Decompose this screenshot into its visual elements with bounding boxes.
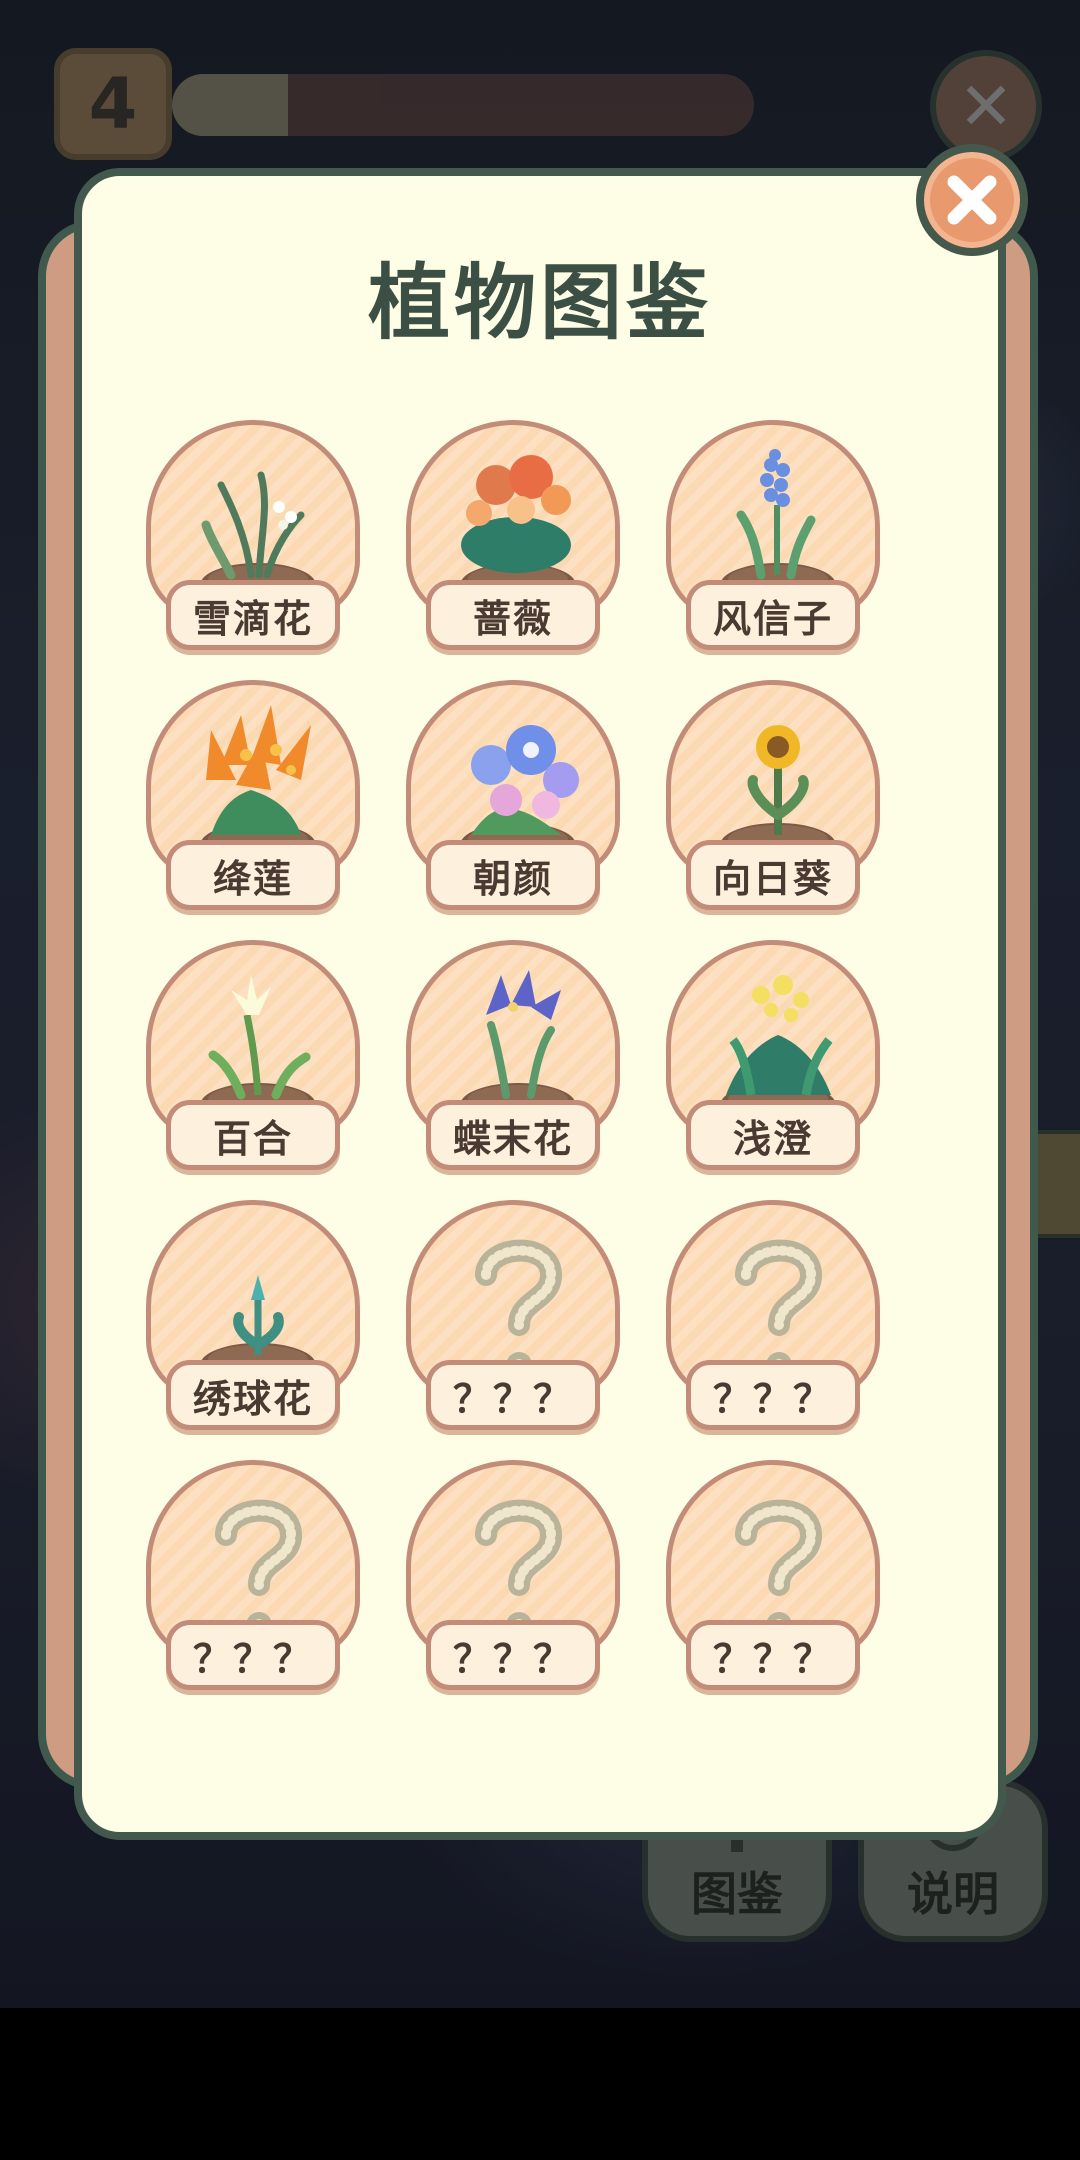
locked-plant-card[interactable]: ？？？ xyxy=(666,1460,880,1692)
plant-name-label: 蝶末花 xyxy=(426,1100,600,1170)
plant-name-label: 浅澄 xyxy=(686,1100,860,1170)
plant-card[interactable]: 绛莲 xyxy=(146,680,360,912)
plant-name-label: 百合 xyxy=(166,1100,340,1170)
plant-card[interactable]: 朝颜 xyxy=(406,680,620,912)
plant-card[interactable]: 蝶末花 xyxy=(406,940,620,1172)
locked-plant-card[interactable]: ？？？ xyxy=(406,1460,620,1692)
navigation-bar-area xyxy=(0,2008,1080,2160)
plant-name-label: ？？？ xyxy=(426,1620,600,1690)
plant-card[interactable]: 蔷薇 xyxy=(406,420,620,652)
plant-name-label: ？？？ xyxy=(426,1360,600,1430)
plant-name-label: 绣球花 xyxy=(166,1360,340,1430)
plant-name-label: ？？？ xyxy=(686,1620,860,1690)
plant-name-label: 雪滴花 xyxy=(166,580,340,650)
plant-name-label: ？？？ xyxy=(686,1360,860,1430)
plant-name-label: 风信子 xyxy=(686,580,860,650)
plant-name-label: ？？？ xyxy=(166,1620,340,1690)
plant-name-label: 蔷薇 xyxy=(426,580,600,650)
plant-name-label: 绛莲 xyxy=(166,840,340,910)
locked-plant-card[interactable]: ？？？ xyxy=(666,1200,880,1432)
plant-name-label: 向日葵 xyxy=(686,840,860,910)
plant-card[interactable]: 绣球花 xyxy=(146,1200,360,1432)
locked-plant-card[interactable]: ？？？ xyxy=(146,1460,360,1692)
plant-card[interactable]: 百合 xyxy=(146,940,360,1172)
plant-grid: 雪滴花 蔷薇 风信子绛莲 朝颜 向日葵百合 蝶末花 浅澄绣球花 ？？？ ？？？ ？？？ ？？？ ？？？ xyxy=(74,168,1006,1690)
locked-plant-card[interactable]: ？？？ xyxy=(406,1200,620,1432)
plant-card[interactable]: 浅澄 xyxy=(666,940,880,1172)
plant-card[interactable]: 雪滴花 xyxy=(146,420,360,652)
plant-card[interactable]: 向日葵 xyxy=(666,680,880,912)
plant-card[interactable]: 风信子 xyxy=(666,420,880,652)
plant-name-label: 朝颜 xyxy=(426,840,600,910)
